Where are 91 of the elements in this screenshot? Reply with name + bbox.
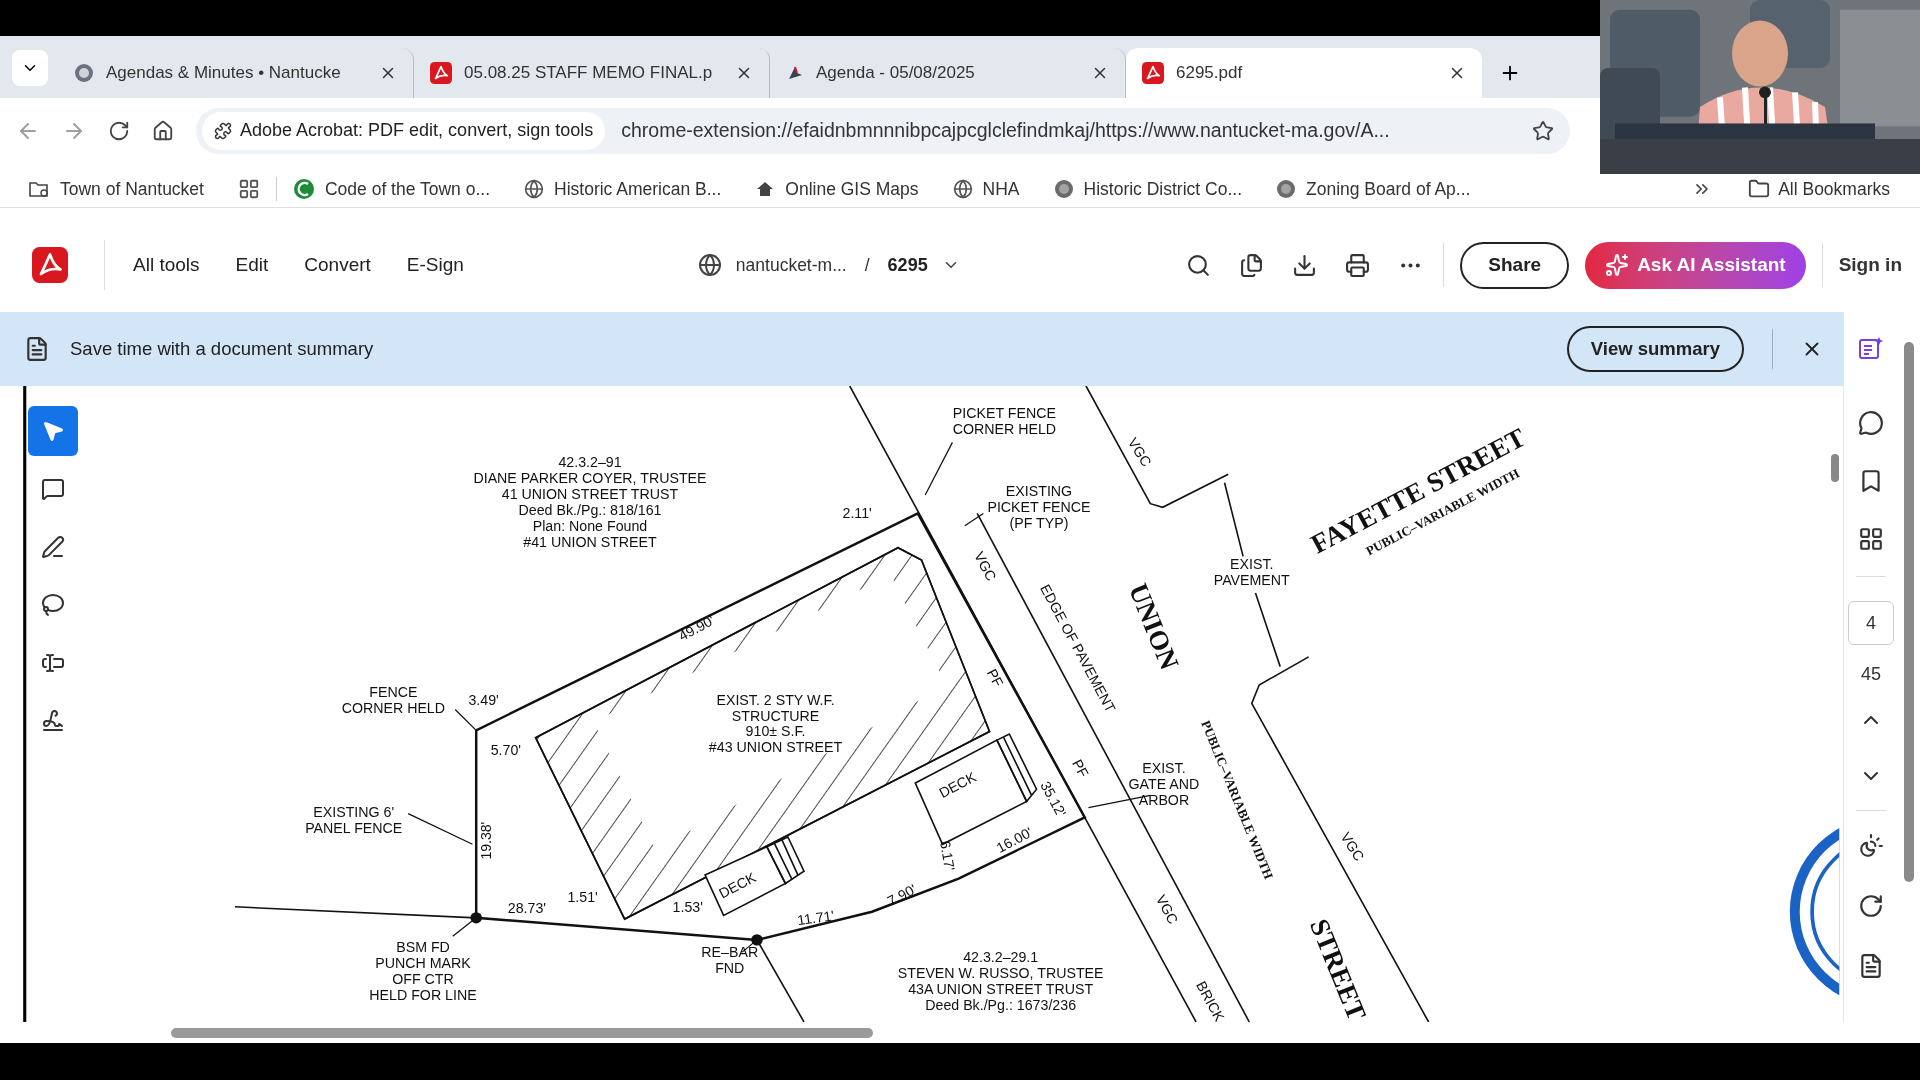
- document-icon[interactable]: [1858, 953, 1884, 979]
- acrobat-icon: [430, 62, 452, 84]
- bookmark-item[interactable]: Code of the Town o...: [292, 175, 509, 203]
- ai-sparkle-icon: [1605, 253, 1630, 277]
- plan-note: RE–BAR FND: [701, 944, 759, 976]
- address-bar[interactable]: Adobe Acrobat: PDF edit, convert, sign tools chrome-extension://efaidnbmnnnibpcajpcglclefindmkaj/https://www.nantucket-ma.gov/A...: [196, 107, 1570, 154]
- dimension-label: 28.73': [507, 900, 547, 916]
- theme-icon[interactable]: [1858, 833, 1884, 859]
- plan-note: EXISTING 6' PANEL FENCE: [305, 804, 403, 837]
- site-icon: [74, 63, 94, 83]
- pen-icon: [41, 535, 65, 559]
- leaf-logo-icon: [292, 178, 315, 200]
- home-icon[interactable]: [152, 119, 174, 142]
- plan-note: 42.3.2–29.1 STEVEN W. RUSSO, TRUSTEE 43A UNION STREET TRUST Deed Bk./Pg.: 1673/236: [897, 949, 1104, 1013]
- tab-title: Agenda - 05/08/2025: [816, 62, 976, 85]
- tab-title: Agendas & Minutes • Nantucke: [106, 62, 342, 85]
- comment-icon: [41, 477, 65, 501]
- summary-icon: [24, 336, 50, 362]
- bookmark-item[interactable]: Historic District Co...: [1053, 175, 1260, 203]
- dimension-label: 11.71': [796, 907, 836, 929]
- breadcrumb-separator: /: [864, 253, 870, 277]
- reload-icon[interactable]: [108, 119, 130, 142]
- ai-summary-icon[interactable]: [1858, 336, 1884, 362]
- view-summary-button[interactable]: View summary: [1566, 326, 1744, 372]
- dimension-label: 1.51': [567, 888, 598, 905]
- plan-note: EXIST. PAVEMENT: [1213, 555, 1290, 588]
- browser-tab[interactable]: 6295.pdf: [1126, 48, 1482, 98]
- signature-icon: [41, 709, 65, 733]
- plan-note: PF: [983, 666, 1007, 690]
- page-count: 45: [1861, 663, 1881, 686]
- download-icon[interactable]: [1292, 252, 1318, 278]
- pointer-icon: [41, 419, 65, 443]
- menu-item[interactable]: Convert: [304, 250, 371, 280]
- plan-note: VGC: [1152, 892, 1182, 927]
- folder-icon: [1748, 178, 1771, 200]
- breadcrumb-site[interactable]: nantucket-m...: [735, 251, 847, 279]
- acrobat-icon: [1142, 62, 1164, 84]
- apps-grid-icon[interactable]: [237, 178, 260, 200]
- plan-note: 42.3.2–91 DIANE PARKER COYER, TRUSTEE 41 UNION STREET TRUST Deed Bk./Pg.: 818/161 Plan: None Found #41 UNION STREET: [473, 453, 707, 550]
- bookmark-item[interactable]: NHA: [952, 175, 1038, 203]
- page-number-field[interactable]: 4: [1848, 601, 1894, 645]
- globe-icon: [524, 179, 545, 199]
- print-icon[interactable]: [1345, 252, 1371, 278]
- plan-note: VGC: [971, 549, 1000, 584]
- rotate-icon[interactable]: [1858, 893, 1884, 919]
- dimension-label: 1.53': [672, 898, 703, 915]
- dimension-label: 6.17': [936, 839, 959, 872]
- pages-icon[interactable]: [1239, 252, 1265, 278]
- tab-title: 6295.pdf: [1176, 62, 1244, 85]
- thumbnails-icon[interactable]: [1858, 526, 1884, 552]
- agenda-icon: [786, 64, 804, 82]
- dimension-label: 2.11': [842, 505, 872, 522]
- comment-icon[interactable]: [1858, 410, 1884, 436]
- bookmark-star-icon[interactable]: [1532, 119, 1554, 142]
- seal-icon: [1053, 179, 1074, 199]
- sign-in-link[interactable]: Sign in: [1838, 250, 1902, 280]
- plan-note: EXIST. GATE AND ARBOR: [1128, 760, 1200, 809]
- file-name: 6295: [887, 253, 928, 277]
- bookmark-item[interactable]: Historic American B...: [524, 175, 740, 203]
- banner-text: Save time with a document summary: [70, 337, 374, 362]
- bookmark-item[interactable]: Zoning Board of Ap...: [1276, 175, 1489, 203]
- folder-gear-icon: [28, 179, 50, 199]
- dimension-label: 5.70': [490, 741, 522, 758]
- bookmark-item[interactable]: Online GIS Maps: [755, 175, 937, 203]
- acrobat-icon: [32, 247, 68, 283]
- search-icon[interactable]: [1186, 252, 1212, 278]
- site-chip[interactable]: Adobe Acrobat: PDF edit, convert, sign tools: [202, 111, 606, 150]
- globe-icon: [952, 179, 973, 199]
- all-bookmarks-button[interactable]: All Bookmarks: [1748, 175, 1890, 203]
- menu-item[interactable]: All tools: [133, 250, 200, 280]
- plan-note: EXIST. 2 STY W.F. STRUCTURE 910± S.F. #43 UNION STREET: [708, 691, 843, 756]
- plan-note: PICKET FENCE CORNER HELD: [952, 404, 1057, 437]
- url-text: chrome-extension://efaidnbmnnnibpcajpcglclefindmkaj/https://www.nantucket-ma.gov/A...: [621, 117, 1391, 143]
- globe-icon: [697, 253, 722, 277]
- plan-note: PF: [1069, 756, 1092, 781]
- menu-item[interactable]: E-Sign: [406, 250, 464, 280]
- text-box-icon: [41, 651, 65, 675]
- plan-note: EXISTING PICKET FENCE (PF TYP): [987, 483, 1091, 532]
- dimension-label: 49.90': [675, 612, 718, 644]
- dimension-label: 19.38': [478, 821, 495, 860]
- tab-title: 05.08.25 STAFF MEMO FINAL.p: [464, 62, 714, 85]
- share-button[interactable]: Share: [1460, 241, 1570, 289]
- ask-ai-button[interactable]: Ask AI Assistant: [1585, 241, 1806, 289]
- plan-note: FENCE CORNER HELD: [341, 684, 446, 717]
- seal-icon: [1276, 179, 1296, 199]
- bookmark-item[interactable]: Town of Nantucket: [28, 175, 222, 203]
- dimension-label: 3.49': [468, 691, 499, 708]
- puzzle-icon: [214, 121, 232, 140]
- lasso-icon: [41, 593, 65, 617]
- plan-note: BSM FD PUNCH MARK OFF CTR HELD FOR LINE: [369, 939, 477, 1003]
- menu-item[interactable]: Edit: [235, 250, 269, 280]
